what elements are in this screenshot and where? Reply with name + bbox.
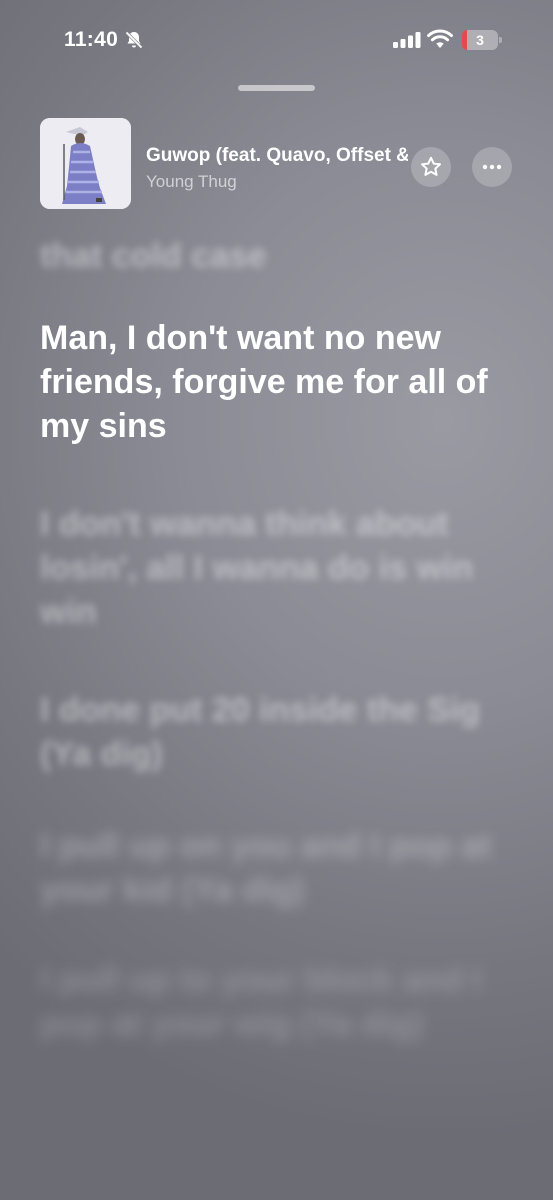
- status-bar: 11:40 3: [0, 0, 553, 80]
- lyric-line-current[interactable]: Man, I don't want no new friends, forgiv…: [40, 316, 510, 448]
- favorite-button[interactable]: [411, 147, 451, 187]
- more-options-button[interactable]: [472, 147, 512, 187]
- status-time: 11:40: [64, 28, 119, 51]
- song-title[interactable]: Guwop (feat. Quavo, Offset & Young Scoot…: [146, 145, 408, 167]
- star-icon: [421, 156, 441, 176]
- now-playing-header: Guwop (feat. Quavo, Offset & Young Scoot…: [0, 110, 553, 220]
- wifi-icon: [427, 29, 453, 48]
- lyric-line[interactable]: I pull up on you and I pop at your kid (…: [40, 824, 510, 912]
- lyric-line-previous[interactable]: that cold case: [40, 234, 510, 278]
- album-artwork[interactable]: [40, 118, 131, 209]
- lyric-line[interactable]: I don't wanna think about losin', all I …: [40, 502, 510, 634]
- album-art-figure: [40, 118, 131, 209]
- battery-icon: 3: [462, 30, 502, 50]
- lyric-line[interactable]: I done put 20 inside the Sig (Ya dig): [40, 688, 510, 776]
- bell-slash-icon: [125, 31, 143, 49]
- sheet-grabber[interactable]: [238, 85, 315, 91]
- song-artist[interactable]: Young Thug: [146, 172, 396, 192]
- battery-level: 3: [476, 32, 484, 48]
- ellipsis-icon: [482, 164, 502, 170]
- lyric-line[interactable]: I pull up to your block and I pop at you…: [40, 958, 510, 1046]
- cellular-signal-icon: [393, 32, 421, 48]
